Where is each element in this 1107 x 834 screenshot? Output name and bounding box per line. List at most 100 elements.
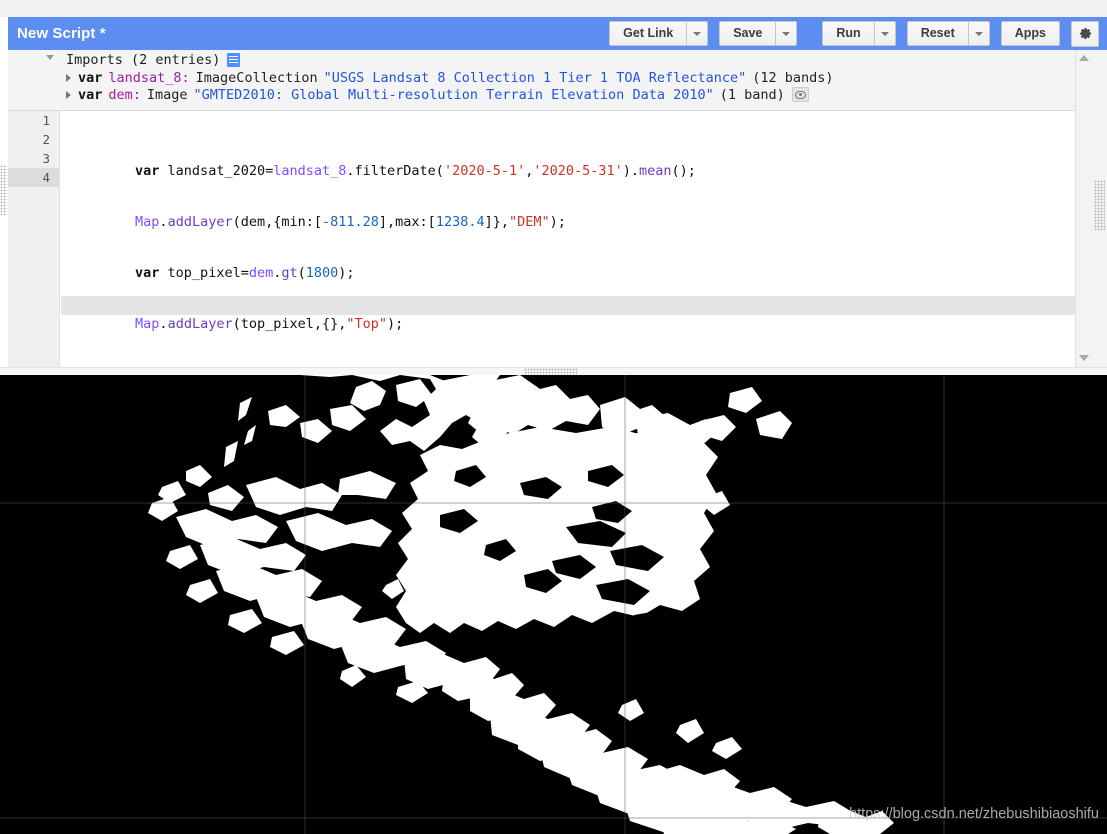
token: . xyxy=(159,214,168,230)
token: ]}, xyxy=(484,214,509,230)
token: landsat_2020= xyxy=(159,163,274,179)
apps-group: Apps xyxy=(1000,21,1060,46)
get-link-dropdown-button[interactable] xyxy=(686,21,709,46)
chevron-right-icon[interactable] xyxy=(66,90,71,99)
apps-button[interactable]: Apps xyxy=(1000,21,1060,46)
imports-title: Imports (2 entries) xyxy=(66,51,221,68)
import-name: dem: xyxy=(108,86,141,103)
get-link-button[interactable]: Get Link xyxy=(609,21,687,46)
token: dem xyxy=(248,265,274,281)
import-entry-landsat-8[interactable]: var landsat_8: ImageCollection "USGS Lan… xyxy=(8,69,1075,86)
token: -811.28 xyxy=(322,214,379,230)
token: . xyxy=(159,316,168,332)
imports-header[interactable]: Imports (2 entries) xyxy=(8,50,1075,69)
line-number: 3 xyxy=(42,151,50,166)
token: '2020-5-1' xyxy=(443,163,526,179)
token: landsat_8 xyxy=(273,163,347,179)
token: ( xyxy=(297,265,306,281)
import-preview-button[interactable] xyxy=(791,87,809,102)
chevron-down-icon xyxy=(693,31,702,36)
gear-icon xyxy=(1079,27,1091,40)
token: gt xyxy=(281,265,298,281)
token: "Top" xyxy=(346,316,388,332)
elevation-mask-layer xyxy=(0,375,1107,834)
token: mean xyxy=(639,163,672,179)
chevron-down-icon xyxy=(974,31,983,36)
save-button[interactable]: Save xyxy=(719,21,776,46)
reset-dropdown-button[interactable] xyxy=(967,21,990,46)
script-title: New Script * xyxy=(17,25,106,42)
token: 1238.4 xyxy=(435,214,485,230)
import-type: Image xyxy=(146,86,188,103)
settings-button[interactable] xyxy=(1071,20,1099,47)
reset-group: Reset xyxy=(906,21,990,46)
token: ); xyxy=(549,214,566,230)
window-top-strip xyxy=(0,0,1107,17)
left-panel-resize-handle[interactable] xyxy=(0,165,7,215)
import-keyword: var xyxy=(78,69,103,86)
import-type: ImageCollection xyxy=(195,69,318,86)
scroll-down-button[interactable] xyxy=(1079,355,1089,361)
map-resize-handle[interactable] xyxy=(524,368,578,375)
run-button[interactable]: Run xyxy=(822,21,874,46)
token: (dem,{min:[ xyxy=(232,214,322,230)
import-entry-dem[interactable]: var dem: Image "GMTED2010: Global Multi-… xyxy=(8,86,1075,103)
document-list-icon[interactable] xyxy=(227,52,241,67)
token: '2020-5-31' xyxy=(533,163,623,179)
token: var xyxy=(135,163,160,179)
save-group: Save xyxy=(719,21,798,46)
import-description: "GMTED2010: Global Multi-resolution Terr… xyxy=(193,86,714,103)
import-name: landsat_8: xyxy=(108,69,190,86)
token: Map xyxy=(135,316,160,332)
import-bands: (1 band) xyxy=(719,86,785,103)
line-number-gutter: 1 2 3 4 xyxy=(8,111,60,367)
right-panel-resize-handle[interactable] xyxy=(1094,180,1105,230)
chevron-down-icon xyxy=(782,31,791,36)
token: filterDate xyxy=(354,163,436,179)
line-number: 2 xyxy=(42,132,50,147)
imports-collapse-toggle[interactable] xyxy=(46,55,54,60)
scroll-up-button[interactable] xyxy=(1079,55,1089,61)
watermark-text: https://blog.csdn.net/zhebushibiaoshifu xyxy=(849,806,1099,822)
map-canvas[interactable]: https://blog.csdn.net/zhebushibiaoshifu xyxy=(0,375,1107,834)
eye-pupil xyxy=(798,93,802,96)
code-text-area[interactable]: var landsat_2020=landsat_8.filterDate('2… xyxy=(61,111,1075,367)
token: Map xyxy=(135,214,160,230)
token: var xyxy=(135,265,160,281)
token: ); xyxy=(387,316,404,332)
import-description: "USGS Landsat 8 Collection 1 Tier 1 TOA … xyxy=(323,69,747,86)
chevron-down-icon xyxy=(880,31,889,36)
code-line-1[interactable]: var landsat_2020=landsat_8.filterDate('2… xyxy=(61,143,1075,179)
toolbar: New Script * Get Link Save Run Reset App… xyxy=(8,17,1107,50)
token: ( xyxy=(435,163,444,179)
editor-vertical-scrollbar[interactable] xyxy=(1075,50,1091,367)
earth-engine-code-editor: New Script * Get Link Save Run Reset App… xyxy=(0,0,1107,834)
token: addLayer xyxy=(167,316,233,332)
token: 1800 xyxy=(305,265,339,281)
run-group: Run xyxy=(822,21,896,46)
save-dropdown-button[interactable] xyxy=(775,21,798,46)
reset-button[interactable]: Reset xyxy=(906,21,968,46)
code-line-2[interactable]: Map.addLayer(dem,{min:[-811.28],max:[123… xyxy=(61,194,1075,230)
token: ],max:[ xyxy=(378,214,436,230)
line-number: 1 xyxy=(42,113,50,128)
import-bands: (12 bands) xyxy=(752,69,834,86)
token: (top_pixel,{}, xyxy=(232,316,347,332)
token: ); xyxy=(338,265,355,281)
import-keyword: var xyxy=(78,86,103,103)
token: addLayer xyxy=(167,214,233,230)
token: top_pixel= xyxy=(159,265,249,281)
token: (); xyxy=(671,163,696,179)
token: "DEM" xyxy=(508,214,550,230)
code-editor[interactable]: 1 2 3 4 var landsat_2020=landsat_8.filte… xyxy=(8,111,1075,367)
eye-icon xyxy=(794,90,806,99)
line-number: 4 xyxy=(8,168,59,187)
token: ). xyxy=(622,163,640,179)
imports-panel: Imports (2 entries) var landsat_8: Image… xyxy=(8,50,1075,111)
get-link-group: Get Link xyxy=(609,21,709,46)
run-dropdown-button[interactable] xyxy=(873,21,896,46)
chevron-right-icon[interactable] xyxy=(66,73,71,82)
code-line-3[interactable]: var top_pixel=dem.gt(1800); xyxy=(61,245,1075,281)
code-line-4[interactable]: Map.addLayer(top_pixel,{},"Top"); xyxy=(61,296,1075,332)
scrollbar-thumb[interactable] xyxy=(1076,68,1091,198)
